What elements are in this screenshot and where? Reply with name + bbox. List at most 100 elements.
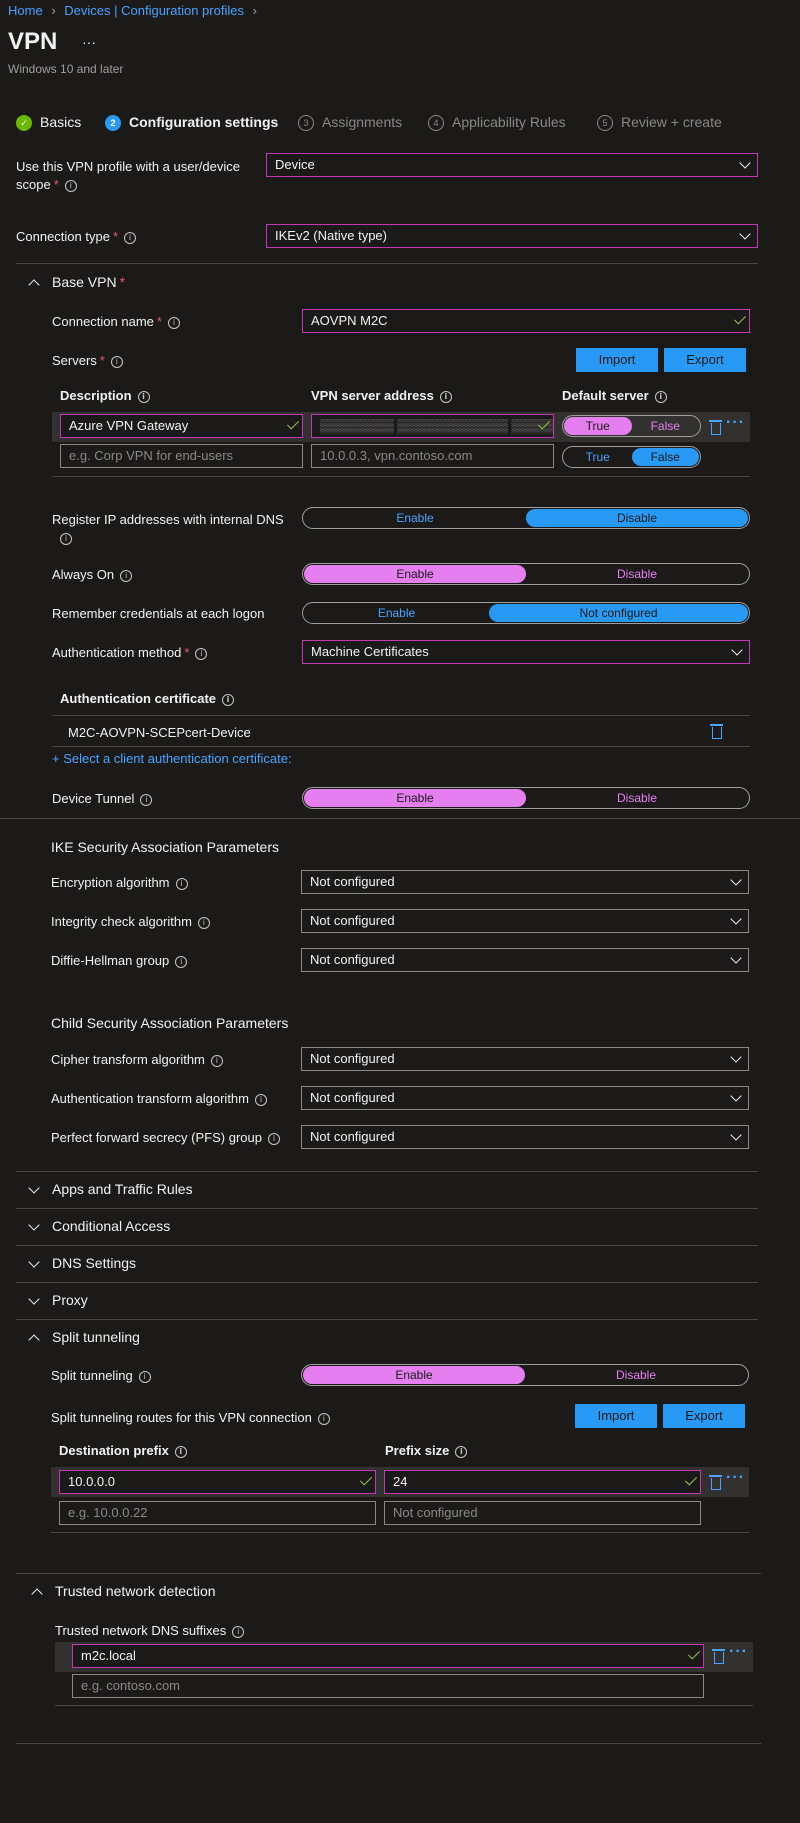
register-ip-toggle[interactable]: Enable Disable xyxy=(302,507,750,529)
scope-dropdown[interactable]: Device xyxy=(266,153,758,177)
step-number-icon: 4 xyxy=(428,115,444,132)
apps-traffic-section-toggle[interactable]: Apps and Traffic Rules xyxy=(28,1181,193,1197)
prefix-size-new-input[interactable]: Not configured xyxy=(384,1501,701,1525)
conditional-access-section-toggle[interactable]: Conditional Access xyxy=(28,1218,170,1234)
wizard-step-assignments[interactable]: 3 Assignments xyxy=(298,114,402,132)
connection-type-dropdown[interactable]: IKEv2 (Native type) xyxy=(266,224,758,248)
chevron-down-icon xyxy=(730,874,742,886)
cipher-transform-label: Cipher transform algorithm i xyxy=(51,1052,223,1067)
info-icon[interactable]: i xyxy=(120,569,133,582)
info-icon[interactable]: i xyxy=(137,390,150,403)
chevron-down-icon xyxy=(28,1182,40,1194)
info-icon[interactable]: i xyxy=(317,1412,330,1425)
divider xyxy=(16,1573,761,1574)
info-icon[interactable]: i xyxy=(195,647,208,660)
info-icon[interactable]: i xyxy=(654,390,667,403)
info-icon[interactable]: i xyxy=(124,231,137,244)
base-vpn-section-toggle[interactable]: Base VPN * xyxy=(28,274,125,291)
dns-settings-section-toggle[interactable]: DNS Settings xyxy=(28,1255,136,1271)
info-icon[interactable]: i xyxy=(439,390,452,403)
checkmark-icon xyxy=(684,1473,698,1486)
more-icon[interactable]: ··· xyxy=(726,414,745,432)
info-icon[interactable]: i xyxy=(167,316,180,329)
more-icon[interactable]: ··· xyxy=(729,1643,748,1661)
split-tunneling-section-toggle[interactable]: Split tunneling xyxy=(28,1329,140,1346)
pfs-group-dropdown[interactable]: Not configured xyxy=(301,1125,749,1149)
info-icon[interactable]: i xyxy=(210,1054,223,1067)
chevron-down-icon xyxy=(730,1051,742,1063)
info-icon[interactable]: i xyxy=(64,179,77,192)
info-icon[interactable]: i xyxy=(110,355,123,368)
auth-transform-dropdown[interactable]: Not configured xyxy=(301,1086,749,1110)
routes-import-button[interactable]: Import xyxy=(575,1404,657,1428)
info-icon[interactable]: i xyxy=(175,877,188,890)
info-icon[interactable]: i xyxy=(197,916,210,929)
info-icon[interactable]: i xyxy=(175,955,188,968)
dns-suffix-input[interactable]: m2c.local xyxy=(72,1644,704,1668)
integrity-check-dropdown[interactable]: Not configured xyxy=(301,909,749,933)
wizard-step-review[interactable]: 5 Review + create xyxy=(597,114,722,132)
default-server-new-toggle[interactable]: True False xyxy=(562,446,701,468)
routes-export-button[interactable]: Export xyxy=(663,1404,745,1428)
chevron-down-icon xyxy=(730,1090,742,1102)
connection-name-label: Connection name * i xyxy=(52,314,180,329)
server-description-input[interactable]: Azure VPN Gateway xyxy=(60,414,303,438)
device-tunnel-toggle[interactable]: Enable Disable xyxy=(302,787,750,809)
diffie-hellman-dropdown[interactable]: Not configured xyxy=(301,948,749,972)
delete-icon[interactable] xyxy=(709,420,722,435)
split-tunneling-toggle[interactable]: Enable Disable xyxy=(301,1364,749,1386)
default-server-toggle[interactable]: True False xyxy=(562,415,701,437)
delete-icon[interactable] xyxy=(712,1649,725,1664)
checkmark-icon xyxy=(687,1647,701,1660)
info-icon[interactable]: i xyxy=(140,793,153,806)
cipher-transform-dropdown[interactable]: Not configured xyxy=(301,1047,749,1071)
info-icon[interactable]: i xyxy=(60,532,72,545)
split-tunneling-label: Split tunneling i xyxy=(51,1368,151,1383)
column-vpn-server-address: VPN server address i xyxy=(311,388,452,403)
divider xyxy=(16,1208,758,1209)
register-ip-label: Register IP addresses with internal DNS i xyxy=(52,512,284,545)
more-icon[interactable]: ··· xyxy=(726,1469,745,1487)
breadcrumb-home[interactable]: Home xyxy=(8,3,43,18)
auth-method-dropdown[interactable]: Machine Certificates xyxy=(302,640,750,664)
divider xyxy=(55,1705,753,1706)
proxy-section-toggle[interactable]: Proxy xyxy=(28,1292,88,1308)
dns-suffix-new-input[interactable]: e.g. contoso.com xyxy=(72,1674,704,1698)
breadcrumb-separator: › xyxy=(51,3,56,18)
remember-credentials-toggle[interactable]: Enable Not configured xyxy=(302,602,750,624)
always-on-toggle[interactable]: Enable Disable xyxy=(302,563,750,585)
info-icon[interactable]: i xyxy=(455,1445,468,1458)
info-icon[interactable]: i xyxy=(174,1445,187,1458)
wizard-step-applicability[interactable]: 4 Applicability Rules xyxy=(428,114,566,132)
info-icon[interactable]: i xyxy=(138,1370,151,1383)
chevron-down-icon xyxy=(739,228,751,240)
info-icon[interactable]: i xyxy=(254,1093,267,1106)
server-description-new-input[interactable]: e.g. Corp VPN for end-users xyxy=(60,444,303,468)
server-address-new-input[interactable]: 10.0.0.3, vpn.contoso.com xyxy=(311,444,554,468)
info-icon[interactable]: i xyxy=(222,693,235,706)
select-certificate-link[interactable]: + Select a client authentication certifi… xyxy=(52,751,292,766)
prefix-size-input[interactable]: 24 xyxy=(384,1470,701,1494)
step-number-icon: 3 xyxy=(298,115,314,132)
info-icon[interactable]: i xyxy=(267,1132,280,1145)
destination-prefix-new-input[interactable]: e.g. 10.0.0.22 xyxy=(59,1501,376,1525)
ike-section-header: IKE Security Association Parameters xyxy=(51,839,279,855)
breadcrumb-configuration-profiles[interactable]: Devices | Configuration profiles xyxy=(64,3,244,18)
server-address-input[interactable]: ▒▒▒▒▒▒▒▒ ▒▒▒▒▒▒▒▒▒▒▒▒ ▒▒▒▒▒▒▒ xyxy=(311,414,554,438)
connection-type-label: Connection type * i xyxy=(16,229,137,244)
servers-export-button[interactable]: Export xyxy=(664,348,746,372)
delete-icon[interactable] xyxy=(710,724,723,739)
divider xyxy=(16,263,758,264)
delete-icon[interactable] xyxy=(709,1475,722,1490)
chevron-down-icon xyxy=(28,1256,40,1268)
info-icon[interactable]: i xyxy=(232,1625,245,1638)
encryption-algorithm-dropdown[interactable]: Not configured xyxy=(301,870,749,894)
wizard-step-configuration[interactable]: 2 Configuration settings xyxy=(105,114,278,132)
trusted-network-section-toggle[interactable]: Trusted network detection xyxy=(31,1583,216,1600)
connection-name-input[interactable]: AOVPN M2C xyxy=(302,309,750,333)
wizard-step-basics[interactable]: ✓ Basics xyxy=(16,114,81,132)
servers-import-button[interactable]: Import xyxy=(576,348,658,372)
more-options-button[interactable]: ··· xyxy=(82,34,96,50)
chevron-up-icon xyxy=(28,1334,40,1346)
destination-prefix-input[interactable]: 10.0.0.0 xyxy=(59,1470,376,1494)
